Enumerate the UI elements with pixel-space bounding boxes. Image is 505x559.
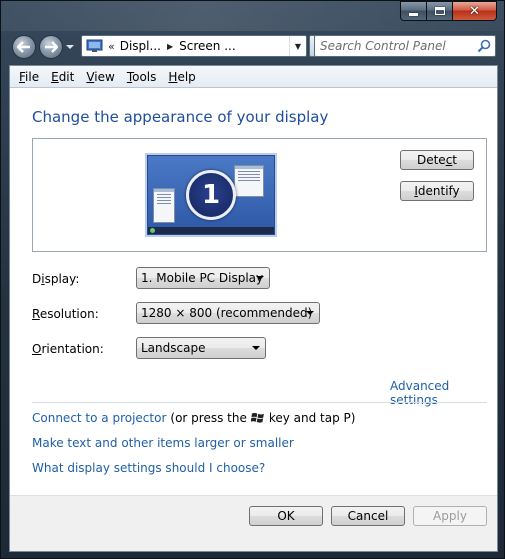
address-history-dropdown-icon[interactable]: ▼ [289,36,306,56]
monitor-number-badge: 1 [186,170,236,220]
resolution-select[interactable]: 1280 × 800 (recommended) [136,302,320,324]
maximize-icon [434,7,445,15]
search-icon[interactable] [477,39,491,53]
minimize-icon [409,12,418,16]
start-orb-icon [150,228,155,233]
cancel-button[interactable]: Cancel [331,506,405,526]
navigation-bar: « Displ... ▶ Screen ... ▼ [9,33,496,61]
search-box[interactable] [314,35,496,57]
address-bar[interactable]: « Displ... ▶ Screen ... ▼ [81,35,307,57]
address-overflow-chevron[interactable]: « [108,40,115,53]
chevron-down-icon [306,311,314,315]
windows-logo-icon [250,413,264,423]
text-size-link[interactable]: Make text and other items larger or smal… [32,436,294,450]
breadcrumb-display[interactable]: Displ... [120,39,161,53]
desktop-taskbar [148,227,274,234]
display-help-link[interactable]: What display settings should I choose? [32,461,265,475]
window-client-area: File Edit View Tools Help Change the app… [9,65,498,552]
breadcrumb-separator-icon[interactable]: ▶ [167,42,173,51]
caption-buttons: ✕ [400,1,497,21]
dialog-footer: OK Cancel Apply [10,495,497,551]
monitor-1-thumbnail[interactable]: 1 [147,155,275,235]
back-arrow-icon [17,41,30,53]
forward-button[interactable] [39,35,63,59]
menu-edit[interactable]: Edit [45,70,80,84]
close-icon: ✕ [469,3,480,19]
close-button[interactable]: ✕ [453,1,497,21]
desktop-window-icon [153,188,175,223]
section-divider [32,402,487,403]
identify-button[interactable]: Identify [400,181,474,201]
connect-projector-link[interactable]: Connect to a projector [32,411,166,425]
projector-line: Connect to a projector (or press the key… [32,411,356,425]
chevron-down-icon [252,346,260,350]
apply-button[interactable]: Apply [413,506,487,526]
orientation-select[interactable]: Landscape [136,337,266,359]
monitor-arrangement-panel: 1 Dete c t Identify [32,138,487,252]
menu-view[interactable]: View [80,70,120,84]
page-title: Change the appearance of your display [32,108,329,126]
recent-pages-dropdown-icon[interactable] [66,43,74,51]
control-panel-icon [86,39,103,52]
orientation-label: Orientation: [32,342,104,356]
resolution-label: Resolution: [32,307,99,321]
maximize-button[interactable] [427,1,453,21]
search-input[interactable] [320,39,470,53]
menu-help[interactable]: Help [162,70,201,84]
forward-arrow-icon [45,41,58,53]
detect-button[interactable]: Dete c t [400,150,474,170]
window-frame: ✕ « Displ... ▶ Screen ... ▼ Search Contr… [0,0,505,559]
display-label: Display: [32,272,80,286]
breadcrumb-screen-resolution[interactable]: Screen ... [179,39,236,53]
back-button[interactable] [12,35,36,59]
desktop-window-icon [234,165,264,197]
menu-file[interactable]: File [13,70,45,84]
display-select[interactable]: 1. Mobile PC Display [136,267,270,289]
chevron-down-icon [256,276,264,280]
ok-button[interactable]: OK [249,506,323,526]
minimize-button[interactable] [400,1,427,21]
menu-tools[interactable]: Tools [121,70,163,84]
menu-bar: File Edit View Tools Help [10,66,497,88]
